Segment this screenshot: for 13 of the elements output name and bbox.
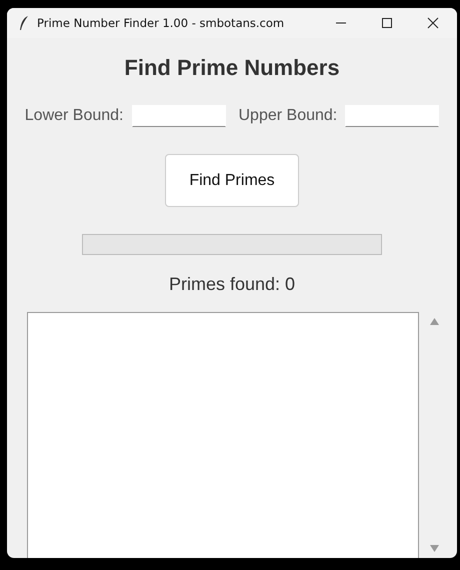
field-label: Upper Bound: xyxy=(238,107,338,125)
scroll-up-icon[interactable] xyxy=(430,318,438,325)
feather-icon xyxy=(19,15,29,31)
result-label: Primes found: 0 xyxy=(168,274,296,295)
scroll-down-icon[interactable] xyxy=(430,545,438,552)
close-icon[interactable] xyxy=(427,17,439,29)
input-field[interactable] xyxy=(345,105,440,127)
find-button[interactable]: Find Primes xyxy=(165,154,299,207)
maximize-icon[interactable] xyxy=(381,17,393,29)
window-title: Prime Number Finder 1.00 - smbotans.com xyxy=(37,16,284,30)
heading: Find Prime Numbers xyxy=(124,55,340,81)
input-field[interactable] xyxy=(132,105,226,127)
field-label: Lower Bound: xyxy=(24,107,124,125)
